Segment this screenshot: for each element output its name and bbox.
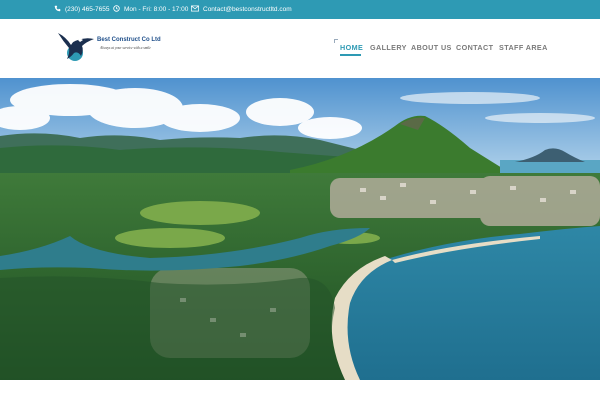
nav-staff-area[interactable]: STAFF AREA: [499, 43, 548, 52]
nav-active-underline: [340, 54, 361, 56]
site-header: Best Construct Co Ltd Always at your ser…: [0, 19, 600, 78]
nav-marker: [334, 39, 338, 43]
nav-contact[interactable]: CONTACT: [456, 43, 493, 52]
nav-about-us[interactable]: ABOUT US: [411, 43, 452, 52]
hero-image: [0, 78, 600, 380]
top-info-bar: (230) 465-7655 Mon - Fri: 8:00 - 17:00 C…: [0, 0, 600, 19]
phone-icon: [54, 5, 61, 14]
logo-tagline: Always at your service with a smile: [100, 46, 151, 50]
phone-info[interactable]: (230) 465-7655: [54, 0, 109, 19]
phone-number: (230) 465-7655: [65, 6, 110, 13]
logo-name: Best Construct Co Ltd: [97, 37, 161, 43]
email-info[interactable]: Contact@bestconstructltd.com: [191, 0, 292, 19]
clock-icon: [113, 5, 120, 14]
email-address: Contact@bestconstructltd.com: [203, 6, 292, 13]
envelope-icon: [191, 5, 199, 14]
site-logo[interactable]: Best Construct Co Ltd Always at your ser…: [56, 31, 166, 65]
nav-gallery[interactable]: GALLERY: [370, 43, 407, 52]
hours-info: Mon - Fri: 8:00 - 17:00: [113, 0, 188, 19]
eagle-icon: [56, 31, 96, 70]
business-hours: Mon - Fri: 8:00 - 17:00: [124, 6, 189, 13]
nav-home[interactable]: HOME: [340, 43, 363, 52]
